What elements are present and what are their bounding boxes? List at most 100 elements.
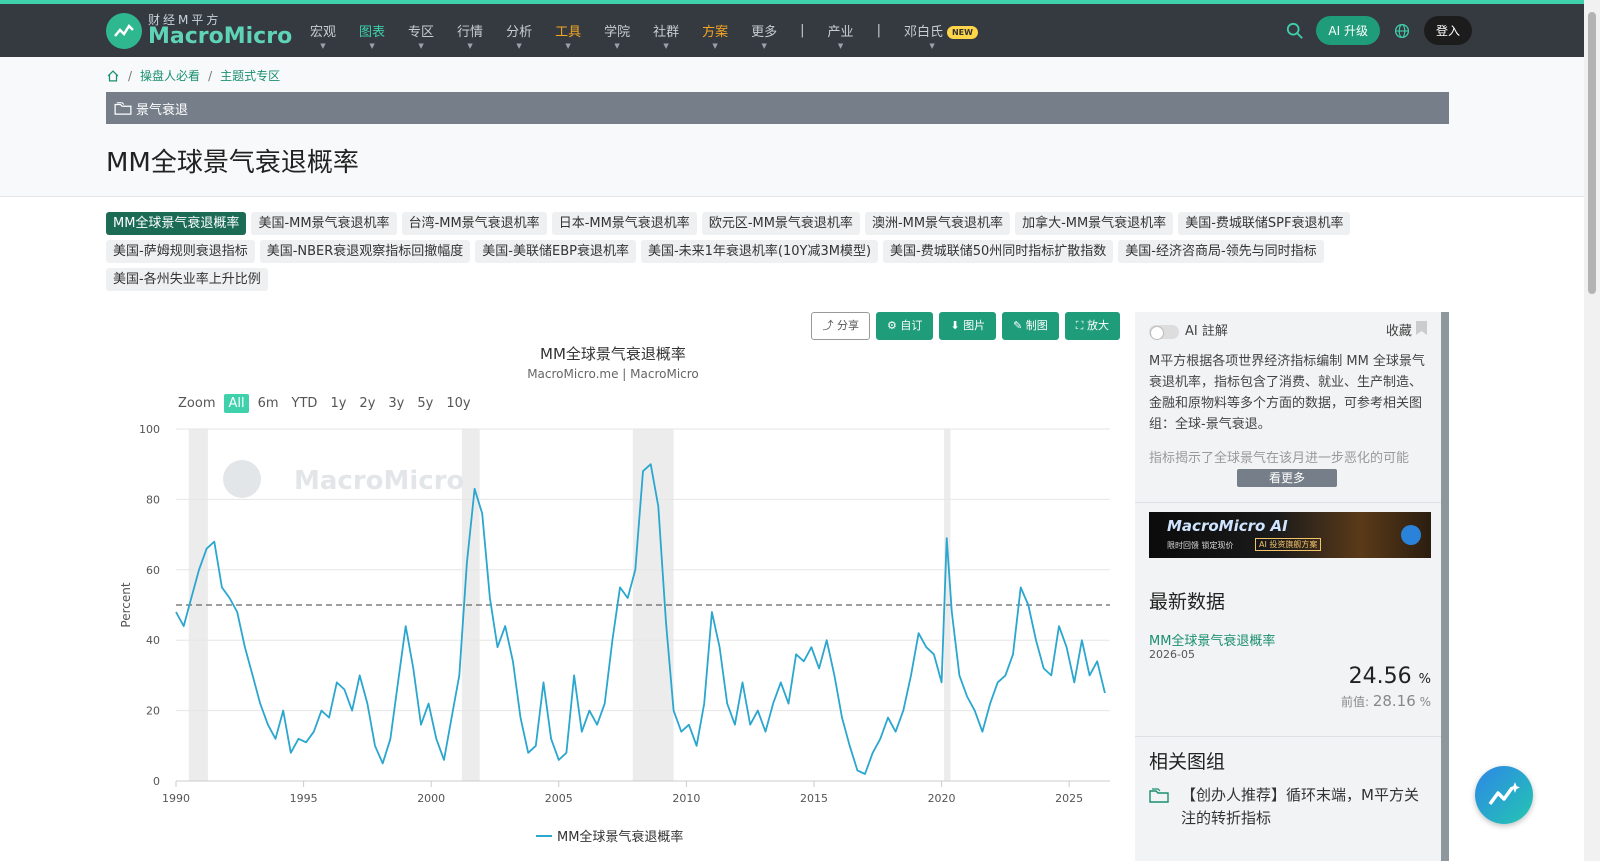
nav-item-more[interactable]: 更多 ▼ [751,21,778,50]
chart-tag[interactable]: 台湾-MM景气衰退机率 [401,212,547,235]
read-more-button[interactable]: 看更多 [1237,469,1337,487]
chevron-down-icon: ▼ [712,42,718,50]
related-group-label: 【创办人推荐】循环末端，M平方关注的转折指标 [1181,786,1419,827]
chevron-down-icon: ▼ [929,42,935,50]
chart-tag[interactable]: 美国-经济咨商局-领先与同时指标 [1118,240,1324,263]
download-image-button[interactable]: ⬇ 图片 [939,312,997,340]
chart-tag[interactable]: 澳洲-MM景气衰退机率 [864,212,1011,235]
legend-line-swatch [536,834,552,837]
favorite-button[interactable]: 收藏 [1386,320,1427,339]
related-group-link[interactable]: 【创办人推荐】循环末端，M平方关注的转折指标 [1149,784,1429,830]
chart-tag[interactable]: 美国-萨姆规则衰退指标 [106,240,255,263]
latest-data-series-link[interactable]: MM全球景气衰退概率 [1149,630,1275,649]
chart-tag[interactable]: 美国-费城联储SPF衰退机率 [1178,212,1351,235]
section-label: 景气衰退 [136,102,189,118]
nav-more-label: 更多 [751,25,778,40]
x-tick-label: 2015 [800,792,828,805]
chevron-down-icon: ▼ [369,42,375,50]
breadcrumb-link[interactable]: 主题式专区 [220,67,280,84]
ai-assistant-button[interactable] [1475,766,1533,824]
chart-tag[interactable]: 日本-MM景气衰退机率 [551,212,697,235]
logo[interactable]: 财经M平方 MacroMicro [106,13,292,49]
chart-legend[interactable]: MM全球景气衰退概率 [536,826,683,845]
ai-upgrade-button[interactable]: AI 升级 [1316,16,1380,45]
x-tick-label: 2010 [672,792,700,805]
range-option[interactable]: 6m [254,394,283,413]
banner-tag: AI 投资旗舰方案 [1255,538,1322,551]
pencil-icon: ✎ [1013,319,1023,332]
range-option[interactable]: 2y [355,394,379,413]
chart-tag[interactable]: MM全球景气衰退概率 [106,212,247,235]
chart-tag[interactable]: 美国-NBER衰退观察指标回撤幅度 [259,240,471,263]
globe-icon[interactable] [1394,23,1410,39]
ai-annotation-toggle[interactable]: AI 註解 [1149,320,1228,340]
previous-value-number: 28.16 [1372,692,1416,710]
range-option[interactable]: 5y [413,394,437,413]
zoom-button[interactable]: ⛶ 放大 [1064,312,1120,340]
range-option[interactable]: YTD [288,394,322,413]
nav-item[interactable]: 图表 ▼ [359,21,385,50]
nav-item[interactable]: 宏观 ▼ [310,21,336,50]
nav-item-user[interactable]: 邓白氏 NEW ▼ [904,21,978,50]
banner-title: MacroMicro AI [1167,517,1288,535]
logo-icon [106,13,142,49]
chart-tag[interactable]: 美国-各州失业率上升比例 [106,268,268,291]
toggle-switch[interactable] [1149,324,1179,340]
nav-item[interactable]: 工具 ▼ [555,21,581,50]
side-panel: AI 註解 收藏 M平方根据各项世界经济指标编制 MM 全球景气衰退机率，指标包… [1135,312,1449,861]
latest-data-date: 2026-05 [1149,648,1195,661]
related-groups-heading: 相关图组 [1149,751,1226,773]
nav-item[interactable]: 专区 ▼ [408,21,435,50]
range-selector: Zoom All 6m YTD 1y 2y 3y 5y 10y [174,394,480,413]
chart-tag[interactable]: 美国-费城联储50州同时指标扩散指数 [883,240,1114,263]
section-bar[interactable]: 景气衰退 [106,92,1449,124]
chart-tag[interactable]: 美国-未来1年衰退机率(10Y减3M模型) [640,240,879,263]
range-option[interactable]: 3y [384,394,408,413]
draw-button[interactable]: ✎ 制图 [1002,312,1059,340]
search-icon[interactable] [1286,22,1304,40]
share-button[interactable]: ⤴ 分享 [811,312,870,340]
nav-item-industry[interactable]: 产业 ▼ [827,21,854,50]
x-tick-label: 1990 [162,792,190,805]
legend-label: MM全球景气衰退概率 [557,830,684,845]
nav-industry-label: 产业 [827,25,854,40]
nav-item-label: 专区 [408,25,435,40]
range-option[interactable]: 10y [442,394,474,413]
ai-annotation-label: AI 註解 [1185,324,1228,339]
subscribe-button[interactable]: ⚙ 自订 [875,312,934,340]
breadcrumb-separator: / [208,68,213,83]
breadcrumb: / 操盘人必看 / 主题式专区 [106,67,280,84]
nav-item[interactable]: 方案 ▼ [702,21,728,50]
nav-item[interactable]: 分析 ▼ [506,21,532,50]
folder-icon [1149,788,1169,803]
chevron-down-icon: ▼ [320,42,326,50]
share-icon: ⤴ [822,319,834,332]
y-tick-label: 80 [146,493,160,506]
chart-tag[interactable]: 欧元区-MM景气衰退机率 [701,212,860,235]
chevron-down-icon: ▼ [467,42,473,50]
page-scrollbar[interactable] [1584,0,1600,861]
range-option[interactable]: All [224,394,249,413]
new-badge: NEW [946,26,978,39]
breadcrumb-link[interactable]: 操盘人必看 [140,67,200,84]
zoom-label: 放大 [1087,319,1109,332]
range-option[interactable]: 1y [326,394,350,413]
latest-data-heading: 最新数据 [1149,591,1226,613]
nav-item-label: 行情 [457,25,484,40]
folder-icon [114,102,132,115]
nav-item[interactable]: 行情 ▼ [457,21,484,50]
macromicro-logo-icon [1401,525,1421,545]
home-icon[interactable] [106,69,120,83]
scrollbar-thumb[interactable] [1588,12,1596,294]
chart-tag[interactable]: 美国-MM景气衰退机率 [251,212,397,235]
y-tick-label: 0 [153,775,160,788]
chart-tag[interactable]: 加拿大-MM景气衰退机率 [1015,212,1174,235]
login-button[interactable]: 登入 [1423,16,1472,45]
chart-tag[interactable]: 美国-美联储EBP衰退机率 [475,240,636,263]
top-navbar: 财经M平方 MacroMicro 宏观 ▼ 图表 ▼ 专区 ▼ 行情 ▼ 分析 ▼ 工具 ▼ 学院 ▼ 社群… [0,0,1600,57]
nav-item[interactable]: 社群 ▼ [653,21,679,50]
line-chart[interactable]: 0 20 40 60 80 100 1990 1995 2000 2005 2010 2015 2020… [106,415,1120,825]
nav-item[interactable]: 学院 ▼ [604,21,630,50]
main-nav: 宏观 ▼ 图表 ▼ 专区 ▼ 行情 ▼ 分析 ▼ 工具 ▼ 学院 ▼ 社群 ▼ 方案 ▼ 更多 ▼ | 产业 ▼ | 邓… [310,4,1001,57]
promo-banner[interactable]: MacroMicro AI 限时回馈 锁定现价 AI 投资旗舰方案 [1149,512,1431,558]
